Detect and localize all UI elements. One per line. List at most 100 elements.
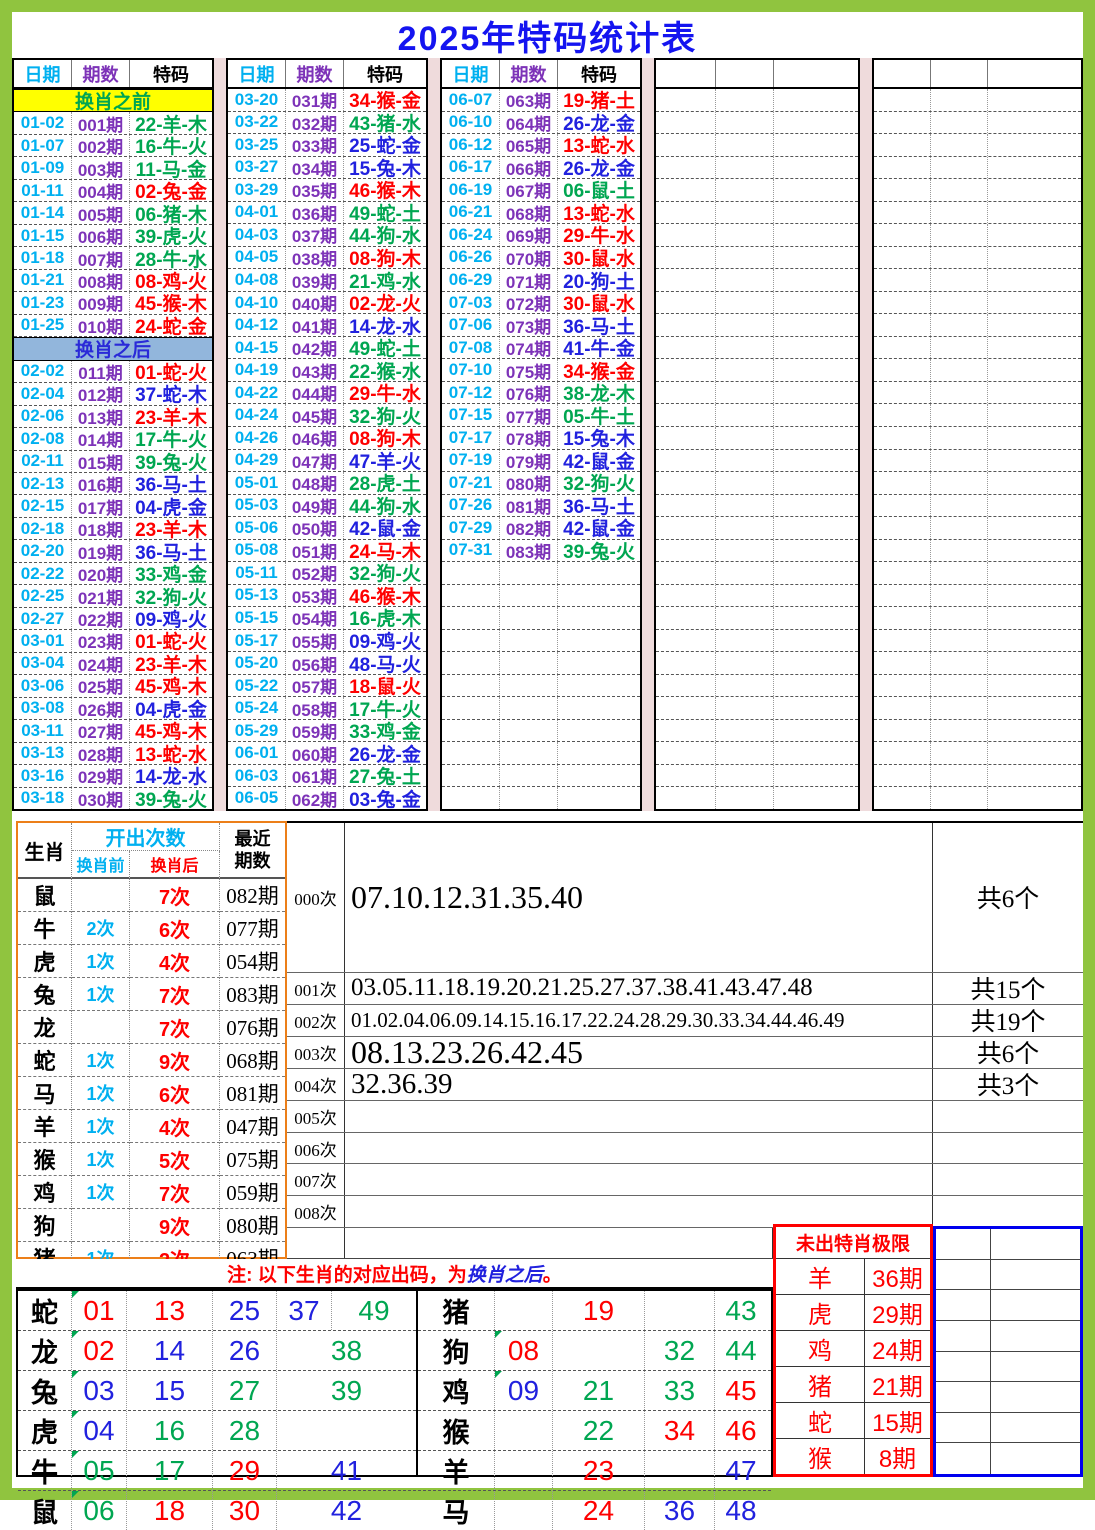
date-column-header: 日期 [14, 60, 72, 87]
table-row: 04-08 039期 21-鸡-水 [228, 269, 426, 292]
code-cell: 08-狗-木 [349, 248, 421, 269]
stats-recent-period-cell: 059期 [220, 1176, 285, 1209]
table-row: 07-31 083期 39-兔-火 [442, 539, 640, 563]
stats-zodiac-cell: 马 [18, 1077, 72, 1110]
date-cell [442, 787, 500, 809]
code-cell: 20-狗-土 [563, 271, 635, 291]
date-cell: 06-26 [442, 246, 500, 269]
table-row: 05-20 056期 48-马-火 [228, 652, 426, 675]
code-cell [988, 314, 1081, 336]
empty-grid-cell [991, 1229, 1080, 1260]
date-cell [874, 246, 931, 269]
table-group-separator [428, 58, 440, 811]
code-cell: 33-鸡-金 [135, 565, 207, 585]
code-cell: 02-龙-火 [349, 294, 421, 314]
date-cell [874, 111, 931, 134]
table-row: 05-08 051期 24-马-木 [228, 539, 426, 563]
code-cell: 23-羊-木 [135, 654, 207, 675]
table-row [656, 607, 858, 630]
date-cell: 05-03 [228, 494, 286, 517]
zodiac-number-cell: 21 [553, 1371, 645, 1410]
period-cell: 008期 [72, 269, 130, 292]
date-cell [874, 291, 931, 314]
count-numbers-cell: 08.13.23.26.42.45 [345, 1034, 933, 1070]
code-cell [558, 675, 640, 697]
code-cell: 47-羊-火 [349, 451, 421, 472]
date-cell [874, 652, 931, 674]
table-row: 03-25 033期 25-蛇-金 [228, 134, 426, 157]
period-cell: 013期 [72, 405, 130, 428]
period-cell: 044期 [286, 381, 344, 404]
date-cell: 04-03 [228, 224, 286, 246]
zodiac-number: 29 [228, 1454, 261, 1486]
table-row: 04-15 042期 49-蛇-土 [228, 336, 426, 360]
code-cell: 42-鼠-金 [563, 451, 635, 472]
table-row [656, 494, 858, 518]
date-cell: 05-08 [228, 539, 286, 562]
date-cell [874, 629, 931, 652]
period-cell [716, 359, 774, 381]
date-cell [874, 359, 931, 381]
date-cell: 06-17 [442, 156, 500, 179]
date-cell [656, 381, 716, 404]
date-cell [656, 89, 716, 111]
date-cell [656, 539, 716, 562]
table-row: 03-06 025期 45-鸡-木 [14, 675, 212, 698]
code-cell: 39-兔-火 [135, 789, 207, 809]
period-cell [716, 314, 774, 336]
date-cell [656, 224, 716, 246]
table-row: 07-12 076期 38-龙-木 [442, 381, 640, 405]
code-cell: 34-猴-金 [349, 91, 421, 111]
zodiac-map-row-left: 虎 04 16 28 [18, 1411, 416, 1451]
table-row: 06-10 064期 26-龙-金 [442, 111, 640, 135]
period-cell [716, 336, 774, 359]
zodiac-number-cell: 16 [127, 1411, 213, 1450]
table-row: 04-03 037期 44-狗-水 [228, 224, 426, 247]
zodiac-number-cell: 39 [277, 1371, 416, 1410]
period-cell: 075期 [500, 359, 558, 381]
table-row [874, 201, 1081, 225]
zodiac-number-cell: 45 [715, 1371, 767, 1410]
zodiac-number: 30 [228, 1494, 261, 1526]
table-row [874, 404, 1081, 427]
period-cell [716, 652, 774, 674]
table-row: 01-15 006期 39-虎-火 [14, 224, 212, 248]
count-numbers-cell: 32.36.39 [345, 1068, 933, 1100]
period-cell [931, 719, 988, 742]
stats-after-count-cell: 9次 [130, 1044, 220, 1077]
date-cell [656, 201, 716, 224]
table-row [874, 134, 1081, 157]
zodiac-number: 36 [663, 1494, 696, 1526]
period-cell: 047期 [286, 449, 344, 472]
code-cell [988, 157, 1081, 179]
date-cell [442, 652, 500, 674]
zodiac-name-cell: 鸡 [418, 1371, 495, 1410]
period-cell: 068期 [500, 201, 558, 224]
period-cell [716, 404, 774, 426]
period-cell [716, 787, 774, 809]
table-row [874, 89, 1081, 112]
period-cell [500, 674, 558, 697]
zodiac-number-cell: 02 [72, 1331, 127, 1370]
table-row: 01-07 002期 16-牛-火 [14, 134, 212, 158]
limits-row: 羊 36期 [776, 1259, 930, 1295]
table-row [656, 359, 858, 382]
code-cell: 06-鼠-土 [563, 181, 635, 201]
zodiac-number-cell: 04 [72, 1411, 127, 1450]
code-cell: 15-兔-木 [563, 429, 635, 449]
date-cell [874, 764, 931, 787]
zodiac-number-cell: 33 [645, 1371, 715, 1410]
table-row: 01-25 010期 24-蛇-金 [14, 314, 212, 338]
period-cell [716, 764, 774, 787]
count-label-cell: 003次 [287, 1036, 345, 1068]
date-cell: 04-19 [228, 359, 286, 381]
zodiac-number-cell: 03 [72, 1371, 127, 1410]
zodiac-number-cell: 08 [495, 1331, 553, 1370]
zodiac-number-cell: 34 [645, 1411, 715, 1450]
date-cell: 03-04 [14, 652, 72, 675]
period-cell: 062期 [286, 787, 344, 809]
table-header-row: 日期 期数 特码 [442, 60, 640, 89]
period-cell: 060期 [286, 742, 344, 764]
table-row: 04-19 043期 22-猴-水 [228, 359, 426, 382]
table-row: 06-03 061期 27-兔-土 [228, 764, 426, 788]
